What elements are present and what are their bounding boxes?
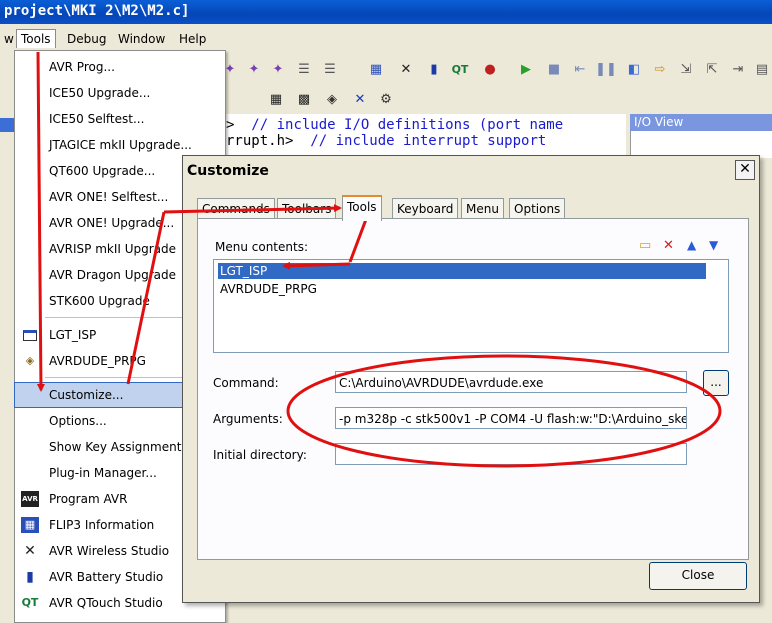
annotation-line-down: [348, 213, 370, 263]
annotation-ellipse: [286, 354, 722, 468]
annotation-arrow-lgt-isp: [282, 261, 351, 270]
annotation-overlay: [36, 51, 722, 468]
annotation-arrow-tools-tab: [163, 204, 342, 214]
tab-tools[interactable]: Tools: [342, 195, 382, 221]
annotation-line-up: [126, 211, 166, 385]
annotation-arrow-customize: [36, 51, 45, 392]
